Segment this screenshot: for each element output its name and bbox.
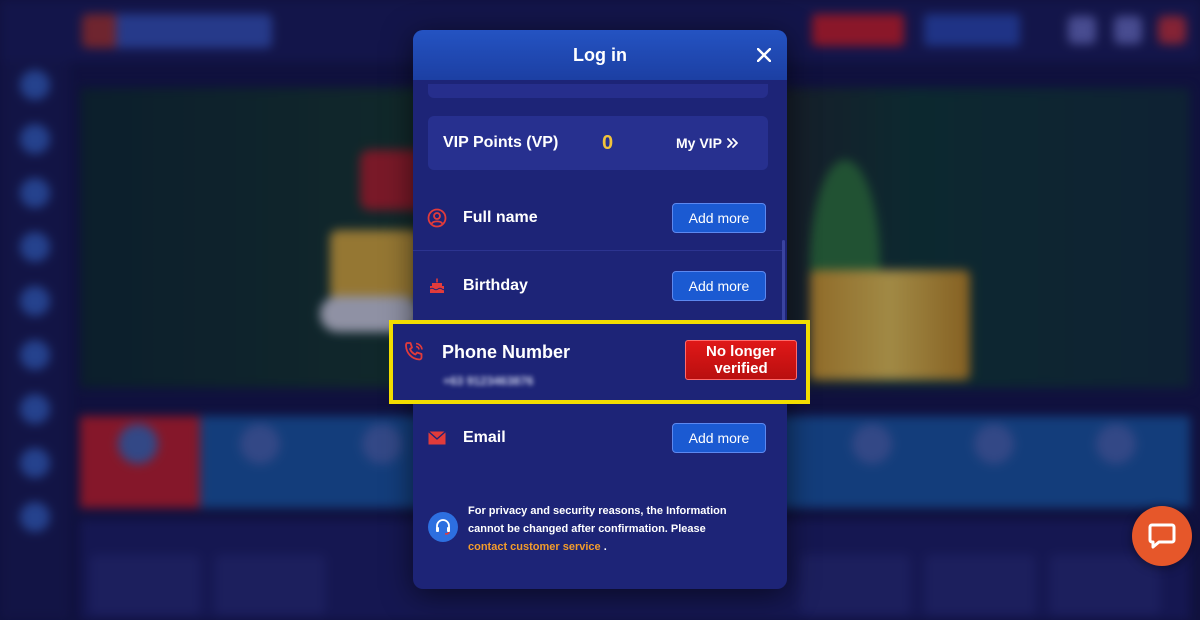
phone-number-value: +63 9123463876: [443, 374, 534, 388]
my-vip-link[interactable]: My VIP: [676, 135, 739, 151]
privacy-notice-text: For privacy and security reasons, the In…: [468, 502, 728, 556]
phone-number-label: Phone Number: [442, 342, 571, 362]
birthday-row: Birthday Add more: [413, 254, 787, 320]
double-chevron-right-icon: [727, 138, 738, 148]
my-vip-label: My VIP: [676, 135, 722, 151]
headset-icon: [428, 512, 458, 542]
privacy-notice-body: For privacy and security reasons, the In…: [468, 505, 727, 535]
live-chat-button[interactable]: [1132, 506, 1192, 566]
full-name-row: Full name Add more: [413, 186, 787, 252]
privacy-notice-suffix: .: [603, 541, 607, 553]
phone-number-row: Phone Number +63 9123463876 No longer ve…: [389, 320, 810, 404]
email-label: Email: [463, 429, 506, 446]
close-icon: [757, 48, 771, 62]
cake-icon: [427, 276, 447, 296]
verification-status-badge[interactable]: No longer verified: [685, 340, 797, 380]
verification-status-text: No longer verified: [706, 343, 776, 377]
vip-points-card: VIP Points (VP) 0 My VIP: [428, 116, 768, 170]
email-add-button[interactable]: Add more: [672, 423, 766, 453]
vip-points-label: VIP Points (VP): [443, 134, 559, 151]
close-button[interactable]: [751, 42, 777, 68]
full-name-label: Full name: [463, 209, 538, 226]
modal-header: Log in: [413, 30, 787, 80]
birthday-add-button[interactable]: Add more: [672, 271, 766, 301]
full-name-add-button[interactable]: Add more: [672, 203, 766, 233]
user-circle-icon: [427, 208, 447, 228]
chat-bubble-icon: [1148, 523, 1176, 549]
contact-customer-service-link[interactable]: contact customer service: [468, 541, 601, 553]
modal-title: Log in: [573, 44, 627, 65]
row-divider: [413, 250, 783, 251]
phone-icon: [402, 340, 426, 364]
vip-points-value: 0: [602, 132, 614, 154]
privacy-notice: For privacy and security reasons, the In…: [428, 500, 768, 570]
birthday-label: Birthday: [463, 277, 528, 294]
email-row: Email Add more: [413, 406, 787, 472]
envelope-icon: [427, 428, 447, 448]
login-modal: Log in VIP Points (VP) 0 My VIP Full nam…: [413, 30, 787, 589]
scrolled-card-edge: [428, 84, 768, 98]
